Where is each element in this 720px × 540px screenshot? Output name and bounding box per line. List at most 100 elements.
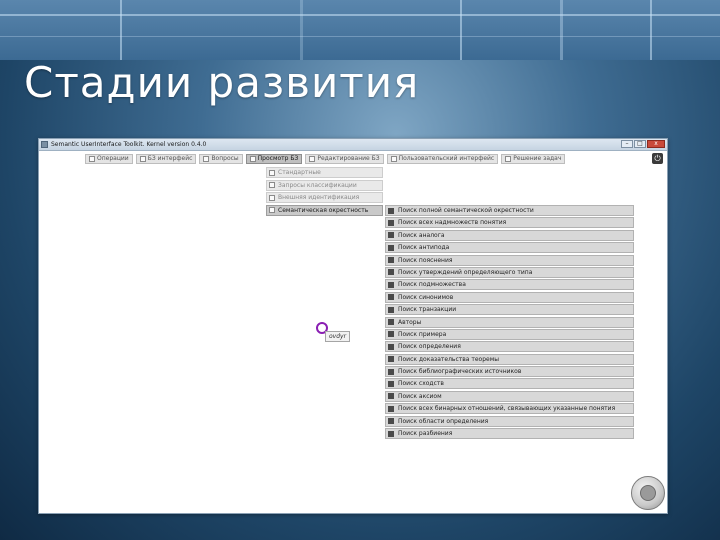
result-item-label: Поиск синонимов (398, 293, 454, 301)
command-icon (388, 306, 394, 313)
result-item-label: Поиск всех надмножеств понятия (398, 219, 507, 227)
command-icon (388, 430, 394, 437)
checkbox-icon (309, 156, 316, 162)
checkbox-icon (269, 194, 275, 201)
command-icon (388, 331, 394, 338)
close-button[interactable]: x (647, 140, 665, 148)
result-item-label: Поиск аксиом (398, 392, 442, 400)
tab-label: Редактирование БЗ (317, 155, 380, 162)
command-icon (388, 294, 394, 301)
result-item[interactable]: Поиск синонимов (385, 291, 634, 303)
result-item-label: Поиск транзакции (398, 306, 457, 314)
tab-0[interactable]: Операции (85, 154, 133, 164)
tab-label: Просмотр БЗ (257, 155, 299, 162)
submenu-item[interactable]: Запросы классификации (266, 179, 383, 191)
app-icon (41, 141, 48, 148)
command-icon (388, 356, 394, 363)
results-list: Поиск полной семантической окрестности По… (385, 205, 634, 440)
result-item-label: Поиск разбиения (398, 430, 453, 438)
tab-label: Вопросы (211, 155, 239, 162)
result-item-label: Поиск полной семантической окрестности (398, 207, 534, 214)
checkbox-icon (203, 156, 210, 162)
checkbox-icon (390, 156, 397, 162)
command-icon (388, 368, 394, 375)
submenu-item[interactable]: Семантическая окрестность (266, 204, 383, 216)
window-titlebar: Semantic UserInterface Toolkit. Kernel v… (39, 139, 667, 151)
submenu-item[interactable]: Внешняя идентификация (266, 192, 383, 203)
result-item[interactable]: Поиск примера (385, 328, 634, 340)
power-icon[interactable]: ⏻ (652, 153, 663, 164)
result-item[interactable]: Поиск разбиения (385, 428, 634, 440)
logo-icon[interactable] (631, 476, 665, 510)
command-icon (388, 244, 394, 251)
command-icon (388, 281, 394, 288)
submenu-item-label: Стандартные (278, 169, 321, 176)
result-item[interactable]: Поиск антипода (385, 242, 634, 254)
command-icon (388, 393, 394, 400)
command-icon (388, 219, 394, 226)
checkbox-icon (139, 156, 146, 162)
result-item[interactable]: Поиск подмножества (385, 279, 634, 291)
tab-4[interactable]: Редактирование БЗ (305, 154, 384, 164)
result-item[interactable]: Поиск всех бинарных отношений, связывающ… (385, 403, 634, 415)
result-item-label: Поиск библиографических источников (398, 368, 522, 376)
checkbox-icon (269, 207, 275, 213)
result-item[interactable]: Поиск всех надмножеств понятия (385, 217, 634, 229)
background-circuit-decoration (0, 0, 720, 60)
result-item[interactable]: Поиск полной семантической окрестности (385, 205, 634, 216)
command-icon (388, 319, 394, 326)
result-item[interactable]: Поиск библиографических источников (385, 366, 634, 378)
submenu-item-label: Семантическая окрестность (278, 206, 369, 214)
tab-label: Решение задач (513, 155, 562, 162)
checkbox-icon (89, 156, 95, 162)
tab-3[interactable]: Просмотр БЗ (245, 154, 303, 164)
command-icon (388, 257, 394, 264)
slide-title: Стадии развития (24, 58, 420, 107)
main-tabbar: Операции БЗ интерфейс Вопросы Просмотр БЗ Ре… (85, 154, 566, 164)
result-item-label: Поиск утверждений определяющего типа (398, 268, 533, 276)
result-item[interactable]: Поиск области определения (385, 415, 634, 427)
submenu-item-label: Запросы классификации (278, 181, 357, 189)
submenu-item-label: Внешняя идентификация (278, 194, 360, 201)
tab-6[interactable]: Решение задач (501, 154, 566, 164)
result-item-label: Поиск примера (398, 330, 447, 338)
result-item[interactable]: Авторы (385, 316, 634, 328)
tab-1[interactable]: БЗ интерфейс (135, 154, 197, 164)
result-item[interactable]: Поиск сходств (385, 378, 634, 390)
tab-label: Операции (97, 155, 129, 162)
graph-node-label[interactable]: ovdyr (325, 331, 351, 342)
result-item-label: Поиск всех бинарных отношений, связывающ… (398, 405, 616, 413)
checkbox-icon (505, 156, 512, 162)
result-item[interactable]: Поиск пояснения (385, 254, 634, 266)
result-item-label: Поиск пояснения (398, 256, 453, 264)
result-item[interactable]: Поиск аксиом (385, 390, 634, 402)
tab-label: Пользовательский интерфейс (398, 155, 495, 162)
command-icon (388, 418, 394, 425)
tab-2[interactable]: Вопросы (199, 154, 243, 164)
checkbox-icon (269, 182, 275, 188)
result-item-label: Поиск области определения (398, 417, 489, 425)
result-item-label: Авторы (398, 318, 422, 326)
window-controls: – □ x (621, 140, 665, 148)
result-item-label: Поиск определения (398, 343, 461, 351)
app-window: Semantic UserInterface Toolkit. Kernel v… (38, 138, 668, 514)
command-icon (388, 380, 394, 387)
command-icon (388, 343, 394, 350)
result-item-label: Поиск доказательства теоремы (398, 355, 499, 363)
result-item[interactable]: Поиск аналога (385, 229, 634, 241)
maximize-button[interactable]: □ (634, 140, 646, 148)
window-title: Semantic UserInterface Toolkit. Kernel v… (51, 141, 207, 148)
result-item[interactable]: Поиск доказательства теоремы (385, 353, 634, 365)
result-item-label: Поиск подмножества (398, 281, 466, 289)
tab-label: БЗ интерфейс (147, 155, 193, 162)
command-icon (388, 269, 394, 276)
result-item-label: Поиск сходств (398, 380, 444, 388)
tab-5[interactable]: Пользовательский интерфейс (386, 154, 499, 164)
submenu-item[interactable]: Стандартные (266, 167, 383, 178)
command-icon (388, 405, 394, 412)
result-item[interactable]: Поиск определения (385, 341, 634, 353)
checkbox-icon (269, 169, 275, 176)
minimize-button[interactable]: – (621, 140, 633, 148)
result-item[interactable]: Поиск транзакции (385, 304, 634, 316)
result-item[interactable]: Поиск утверждений определяющего типа (385, 266, 634, 278)
